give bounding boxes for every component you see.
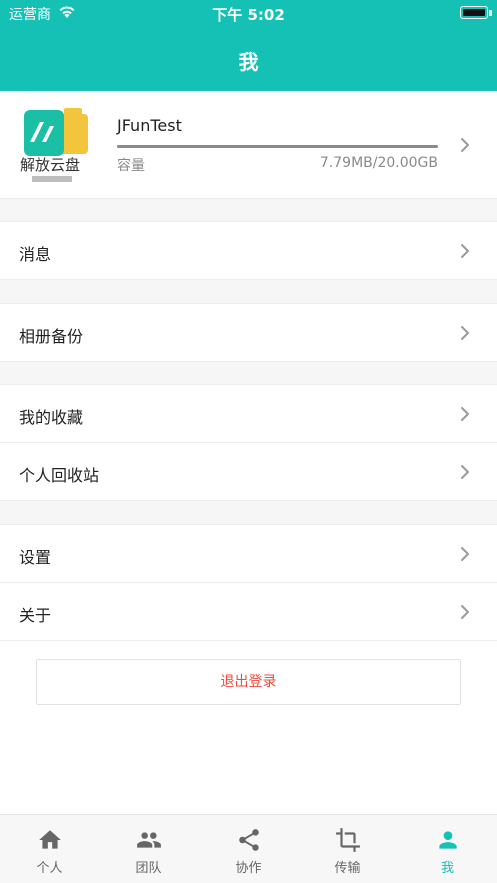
section-divider: [0, 280, 497, 304]
tab-label: 传输: [334, 861, 361, 876]
profile-card[interactable]: 解放云盘 JFunTest 容量 7.79MB/20.00GB: [0, 91, 497, 199]
chevron-right-icon: [461, 326, 469, 340]
menu-item-label: 设置: [19, 548, 52, 567]
battery-icon: [460, 6, 488, 19]
username: JFunTest: [117, 116, 182, 135]
tab-bar: 个人 团队 协作 传输 我: [0, 814, 497, 883]
person-icon: [439, 831, 457, 849]
menu-item-label: 相册备份: [19, 327, 84, 346]
chevron-right-icon: [461, 244, 469, 258]
menu-item-album-backup[interactable]: 相册备份: [0, 304, 497, 362]
menu-item-settings[interactable]: 设置: [0, 525, 497, 583]
chevron-right-icon: [461, 605, 469, 619]
team-icon: [137, 832, 161, 848]
tab-team[interactable]: 团队: [99, 815, 198, 883]
battery-cap: [489, 10, 492, 16]
capacity-progress-fill: [117, 145, 438, 148]
page-title: 我: [238, 50, 259, 74]
app-logo: 解放云盘: [20, 108, 88, 182]
section-divider: [0, 501, 497, 525]
section-divider: [0, 362, 497, 385]
menu-item-label: 我的收藏: [19, 408, 84, 427]
menu-item-favorites[interactable]: 我的收藏: [0, 385, 497, 443]
menu-item-label: 关于: [19, 606, 52, 625]
app-header: 运营商 下午 5:02 我: [0, 0, 497, 91]
menu-item-recycle-bin[interactable]: 个人回收站: [0, 443, 497, 501]
menu-item-about[interactable]: 关于: [0, 583, 497, 641]
section-divider: [0, 199, 497, 222]
tab-label: 我: [440, 861, 454, 876]
tab-collaborate[interactable]: 协作: [199, 815, 298, 883]
logo-text: 解放云盘: [20, 156, 80, 174]
tab-label: 个人: [36, 861, 63, 876]
menu-item-messages[interactable]: 消息: [0, 222, 497, 280]
tab-label: 协作: [235, 861, 262, 876]
tab-label: 团队: [135, 861, 162, 876]
status-bar: 运营商 下午 5:02: [0, 0, 497, 26]
status-time: 下午 5:02: [212, 6, 285, 24]
crop-transfer-icon: [336, 828, 360, 852]
capacity-progress-bar: [117, 145, 438, 148]
chevron-right-icon: [461, 407, 469, 421]
logout-button[interactable]: 退出登录: [36, 659, 461, 705]
chevron-right-icon: [461, 138, 469, 152]
chevron-right-icon: [461, 465, 469, 479]
chevron-right-icon: [461, 547, 469, 561]
tab-personal[interactable]: 个人: [0, 815, 99, 883]
capacity-value: 7.79MB/20.00GB: [319, 155, 438, 171]
menu-item-label: 消息: [19, 245, 52, 264]
tab-me[interactable]: 我: [398, 815, 497, 883]
home-icon: [39, 830, 61, 849]
share-icon: [239, 829, 259, 851]
menu-item-label: 个人回收站: [19, 466, 100, 485]
capacity-label: 容量: [117, 158, 145, 174]
tab-transfer[interactable]: 传输: [298, 815, 397, 883]
